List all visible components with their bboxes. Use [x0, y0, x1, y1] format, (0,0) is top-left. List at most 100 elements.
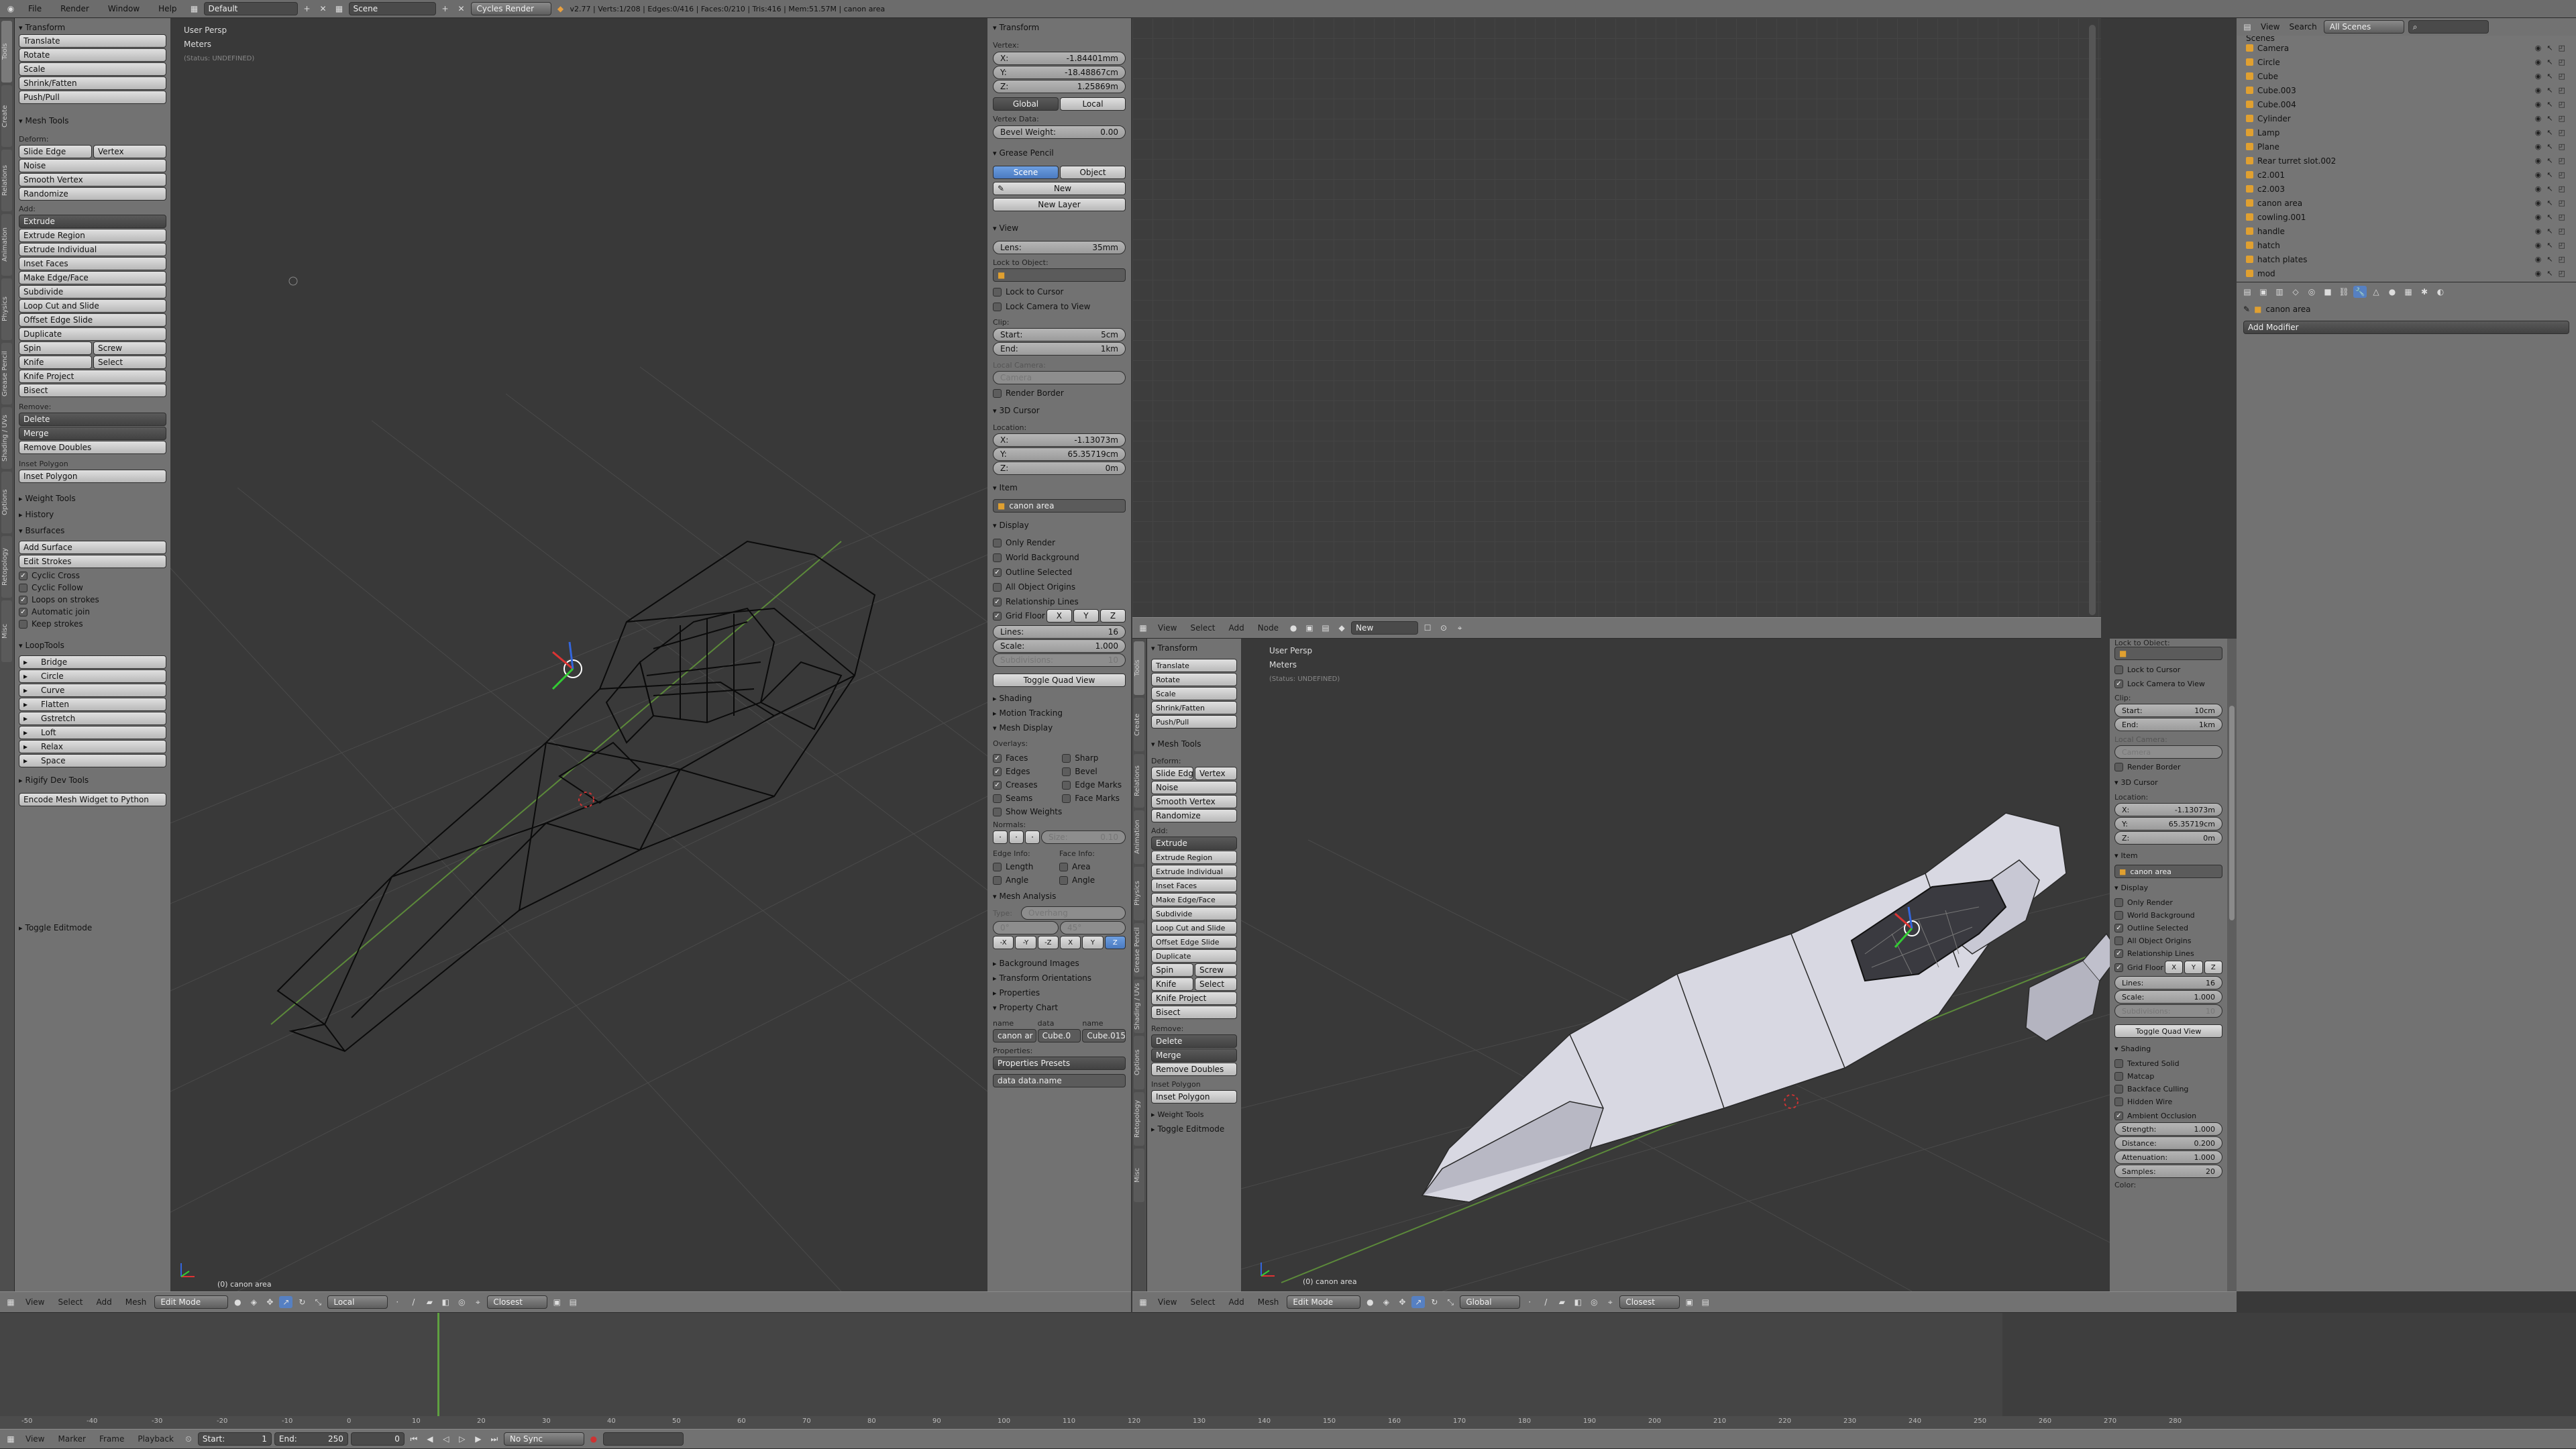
- preview-range-icon[interactable]: ⏲: [182, 1433, 195, 1445]
- lock-camera-check[interactable]: Lock Camera to View: [2114, 680, 2222, 688]
- global-toggle[interactable]: Global: [993, 97, 1059, 111]
- face-marks-check[interactable]: Face Marks: [1062, 794, 1126, 803]
- remove-doubles-button[interactable]: Remove Doubles: [19, 441, 166, 454]
- toggle-editmode-section[interactable]: Toggle Editmode: [19, 920, 166, 935]
- outline-selected-check[interactable]: Outline Selected: [2114, 924, 2222, 932]
- render-tab-icon[interactable]: ▣: [2257, 286, 2270, 298]
- node-menu-add[interactable]: Add: [1224, 623, 1250, 633]
- layers-tab-icon[interactable]: ▥: [2273, 286, 2286, 298]
- menu-view[interactable]: View: [20, 1297, 50, 1307]
- toolshelf-tab[interactable]: Create: [1, 85, 12, 147]
- camera-icon[interactable]: ◰: [2559, 58, 2565, 66]
- randomize-button[interactable]: Randomize: [1151, 809, 1237, 822]
- edge-select-icon[interactable]: /: [1539, 1296, 1552, 1308]
- scene-icon[interactable]: ▦: [333, 3, 346, 15]
- offset-edge-slide-button[interactable]: Offset Edge Slide: [1151, 935, 1237, 949]
- scene-tab-icon[interactable]: ◇: [2289, 286, 2302, 298]
- transform-orientations-section[interactable]: Transform Orientations: [993, 971, 1126, 985]
- shrink-fatten-button[interactable]: Shrink/Fatten: [19, 76, 166, 90]
- world-background-check[interactable]: World Background: [993, 553, 1126, 562]
- camera-icon[interactable]: ◰: [2559, 44, 2565, 52]
- 3d-cursor-section[interactable]: 3D Cursor: [2114, 775, 2222, 789]
- expand-arrow-icon[interactable]: ▸: [23, 700, 28, 709]
- gp-object-toggle[interactable]: Object: [1060, 166, 1126, 179]
- camera-icon[interactable]: ◰: [2559, 227, 2565, 235]
- toolshelf-tab[interactable]: Relations: [1, 150, 12, 211]
- camera-icon[interactable]: ◰: [2559, 184, 2565, 193]
- object-icon[interactable]: ◆: [1335, 622, 1348, 634]
- axis-y-toggle[interactable]: -Y: [1015, 936, 1036, 949]
- item-section[interactable]: Item: [993, 480, 1126, 495]
- record-icon[interactable]: ●: [587, 1433, 600, 1445]
- flatten-button[interactable]: ▸ Flatten: [19, 698, 166, 711]
- outliner-item[interactable]: Cube.003 ◉ ↖ ◰: [2237, 83, 2576, 97]
- clip-start-field[interactable]: Start: 5cm: [993, 328, 1126, 341]
- item-section[interactable]: Item: [2114, 849, 2222, 862]
- scale-button[interactable]: Scale: [19, 62, 166, 76]
- eye-icon[interactable]: ◉: [2535, 114, 2542, 123]
- eye-icon[interactable]: ◉: [2535, 44, 2542, 52]
- menu-select[interactable]: Select: [52, 1297, 88, 1307]
- outliner-item[interactable]: Circle ◉ ↖ ◰: [2237, 55, 2576, 69]
- item-name-field[interactable]: ■ canon area: [993, 499, 1126, 513]
- item-name-field[interactable]: ■ canon area: [2114, 865, 2222, 878]
- expand-arrow-icon[interactable]: ▸: [23, 714, 28, 723]
- jump-start-icon[interactable]: ⏮: [407, 1433, 421, 1445]
- ao-samples-field[interactable]: Samples: 20: [2114, 1165, 2222, 1178]
- matcap-check[interactable]: Matcap: [2114, 1072, 2222, 1081]
- expand-arrow-icon[interactable]: ▸: [23, 742, 28, 751]
- bridge-button[interactable]: ▸ Bridge: [19, 655, 166, 669]
- bevel-weight-field[interactable]: Bevel Weight: 0.00: [993, 125, 1126, 139]
- grid-y-toggle[interactable]: Y: [2184, 961, 2203, 974]
- slide-edge-button[interactable]: Slide Edg: [1151, 767, 1193, 780]
- encode-mesh-button[interactable]: Encode Mesh Widget to Python: [19, 793, 166, 806]
- node-menu-view[interactable]: View: [1152, 623, 1182, 633]
- scale-button[interactable]: Scale: [1151, 687, 1237, 700]
- pc-value[interactable]: canon ar: [993, 1029, 1036, 1042]
- outliner-item[interactable]: Cube.004 ◉ ↖ ◰: [2237, 97, 2576, 111]
- menu-view[interactable]: View: [1152, 1297, 1182, 1307]
- knife-button[interactable]: Knife: [1151, 977, 1193, 991]
- ao-strength-field[interactable]: Strength: 1.000: [2114, 1122, 2222, 1136]
- data-name-field[interactable]: data data.name: [993, 1074, 1126, 1087]
- sharp-check[interactable]: Sharp: [1062, 753, 1126, 763]
- jump-end-icon[interactable]: ⏭: [488, 1433, 501, 1445]
- shader-icon[interactable]: ●: [1287, 622, 1300, 634]
- loop-cut-and-slide-button[interactable]: Loop Cut and Slide: [1151, 921, 1237, 934]
- render-engine-select[interactable]: Cycles Render: [470, 2, 551, 15]
- cursor-z-field[interactable]: Z: 0m: [993, 462, 1126, 475]
- camera-icon[interactable]: ◰: [2559, 128, 2565, 137]
- 3d-cursor-section[interactable]: 3D Cursor: [993, 403, 1126, 418]
- toolshelf-tab[interactable]: Options: [1134, 1036, 1144, 1089]
- pin-icon[interactable]: ✎: [2243, 305, 2250, 314]
- properties-presets-dropdown[interactable]: Properties Presets: [993, 1057, 1126, 1070]
- render-border-check[interactable]: Render Border: [993, 388, 1126, 398]
- toolshelf-tab[interactable]: Grease Pencil: [1134, 923, 1144, 977]
- cursor-icon[interactable]: ↖: [2546, 128, 2553, 137]
- use-nodes-icon[interactable]: ☐: [1421, 622, 1434, 634]
- all-object-origins-check[interactable]: All Object Origins: [993, 582, 1126, 592]
- randomize-button[interactable]: Randomize: [19, 187, 166, 201]
- cursor-icon[interactable]: ↖: [2546, 269, 2553, 278]
- grid-z-toggle[interactable]: Z: [2204, 961, 2222, 974]
- outliner-search-input[interactable]: ⌕: [2408, 20, 2489, 34]
- layout-close-icon[interactable]: ✕: [317, 3, 330, 15]
- gizmo-y-axis[interactable]: [551, 667, 574, 690]
- mesh-tools-section[interactable]: Mesh Tools: [1151, 737, 1237, 751]
- node-new-button[interactable]: New: [1351, 621, 1419, 635]
- eye-icon[interactable]: ◉: [2535, 184, 2542, 193]
- rotate-button[interactable]: Rotate: [1151, 673, 1237, 686]
- snap-icon[interactable]: ⌖: [1603, 1296, 1617, 1308]
- outliner-item[interactable]: Camera ◉ ↖ ◰: [2237, 41, 2576, 55]
- outliner-item[interactable]: Lamp ◉ ↖ ◰: [2237, 125, 2576, 140]
- delete-dropdown[interactable]: Delete: [1151, 1034, 1237, 1048]
- property-chart-section[interactable]: Property Chart: [993, 1000, 1126, 1015]
- eye-icon[interactable]: ◉: [2535, 170, 2542, 179]
- occlude-icon[interactable]: ◧: [1571, 1296, 1585, 1308]
- rotate-manipulator-icon[interactable]: ↻: [295, 1296, 309, 1308]
- faces-check[interactable]: Faces: [993, 753, 1062, 763]
- outliner-item[interactable]: handle ◉ ↖ ◰: [2237, 224, 2576, 238]
- current-frame-field[interactable]: 0: [350, 1432, 405, 1446]
- lock-camera-check[interactable]: Lock Camera to View: [993, 302, 1126, 311]
- node-editor-scrollbar[interactable]: [2089, 25, 2096, 615]
